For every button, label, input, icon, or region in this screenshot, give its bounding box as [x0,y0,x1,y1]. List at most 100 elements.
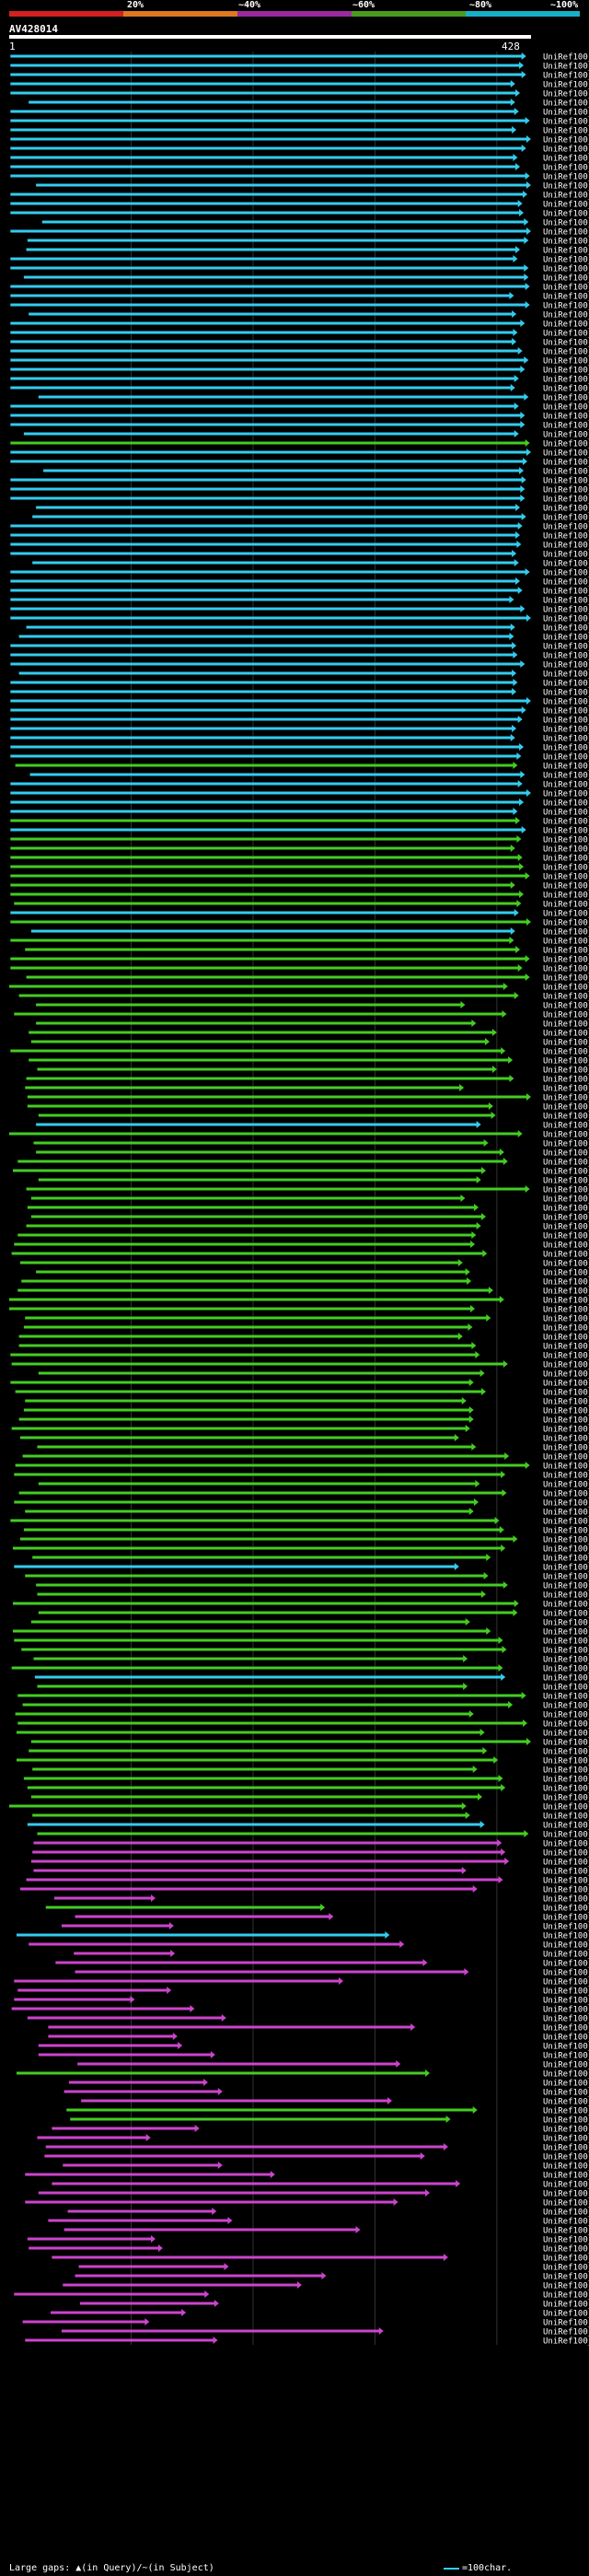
hit-label: UniRef100_A9NV44 [543,1499,589,1509]
hit-arrow [355,2226,361,2233]
hit-arrow [524,218,529,226]
hit-arrow [516,900,522,907]
hit-arrow [513,1535,518,1543]
hit-arrow [525,568,530,576]
hit-arrow [512,338,517,345]
hit-label: UniRef100_B9HL46 [543,2264,589,2273]
hit-label: UniRef100_A2ZP55 [543,1997,589,2006]
hit-arrow [464,1968,469,1976]
hit-arrow [467,1277,472,1285]
hit-label: UniRef100_A5B896 [543,1067,589,1076]
hit-label: UniRef100_Q5BW86 [543,597,589,606]
hit-label: UniRef100_C5XEQ6 [543,1297,589,1306]
hit-label: UniRef100_B6SKF8 [543,219,589,228]
hit-label: UniRef100_A2ZIP7 [543,551,589,560]
hit-label: UniRef100_B4FKQ5 [543,1859,589,1868]
hit-arrow [512,725,517,732]
legend-label-80: ~80% [469,0,492,10]
hit-label: UniRef100_Q2QWF5 [543,901,589,910]
hit-label: UniRef100_Q8R2P7 [543,560,589,569]
hit-arrow [513,762,518,769]
hit-arrow [519,743,525,751]
hit-label: UniRef100_UPI000... [543,2034,589,2043]
hit-label: UniRef100_Q01UU6 [543,1177,589,1186]
hit-label: UniRef100_C5YG55 [543,634,589,643]
hit-label: UniRef100_Q8S8B8 [543,1545,589,1555]
hit-arrow [385,1931,390,1939]
hit-arrow [521,71,526,78]
hit-label: UniRef100_A7QBG6 [543,2089,589,2098]
hit-label: UniRef100_B9SEW7 [543,155,589,164]
hit-arrow [461,1397,467,1405]
hit-arrow [502,1646,507,1653]
hit-label: UniRef100_B9SYV7 [543,717,589,726]
hit-arrow [130,1996,135,2003]
hit-label: UniRef100_B4FVW6 [543,2080,589,2089]
hit-arrow [474,1204,479,1211]
hit-arrow [517,780,523,787]
hit-label: UniRef100_B9SVF2 [543,2172,589,2181]
hit-arrow [521,1692,526,1699]
hit-label: UniRef100_A2YKG3 [543,1730,589,1739]
hit-label: UniRef100_B9GJ87 [543,2199,589,2209]
hit-arrow [525,172,530,180]
hit-label: UniRef100_UPI000... [543,1076,589,1085]
hit-arrow [501,1848,506,1856]
legend-label-100: ~100% [550,0,579,10]
hit-label: UniRef100_Q2NBD3 [543,1932,589,1941]
hit-label: UniRef100_Q8L4X7 [543,1186,589,1195]
hit-label: UniRef100_A2BGV0 [543,1214,589,1223]
hit-label: UniRef100_UPI000... [543,781,589,790]
hit-label: UniRef100_Q6ZLK7 [543,385,589,394]
hit-label: UniRef100_A7P4C5 [543,1085,589,1094]
hit-arrow [461,1802,467,1810]
hit-arrow [470,1305,476,1312]
hit-label: UniRef100_B9RMW0 [543,2227,589,2236]
hit-arrow [520,412,525,419]
hit-label: UniRef100_UPI000... [543,689,589,698]
hit-label: UniRef100_B9N5L4 [543,1582,589,1591]
hit-arrow [498,1664,503,1672]
hit-arrow [483,1139,489,1147]
hit-label: UniRef100_P32934 [543,72,589,81]
hit-label: UniRef100_B9LGS2 [543,680,589,689]
hit-arrow [512,688,517,695]
hit-arrow [461,1867,467,1874]
hit-arrow [204,2290,210,2298]
hit-arrow [526,614,531,622]
identity-legend-bar [9,11,580,17]
hit-arrow [521,52,526,60]
hit-label: UniRef100_B9HEX6 [543,919,589,928]
hit-arrow [468,1710,474,1718]
hit-arrow [499,1296,504,1303]
hit-label: UniRef100_Q9FF99-2 [543,1638,589,1647]
hit-label: UniRef100_UPI000... [543,1159,589,1168]
hit-arrow [508,1056,514,1064]
hit-arrow [479,1821,485,1828]
hit-arrow [526,918,531,926]
hit-arrow [476,1176,481,1183]
hit-arrow [474,1498,479,1506]
hit-arrow [224,2263,229,2270]
hit-label: UniRef100_Q7Y076 [543,81,589,90]
hit-label: UniRef100_A7P4C9 [543,1039,589,1048]
hit-arrow [296,2281,302,2289]
hit-label: UniRef100_B6SW18 [543,1868,589,1877]
hit-arrow [523,1719,528,1727]
hit-arrow [144,2318,150,2325]
hit-arrow [515,246,521,253]
hit-arrow [486,1627,491,1635]
hit-label: UniRef100_Q9FNO4 [543,228,589,238]
hit-arrow [167,1987,172,1994]
hit-arrow [524,1830,529,1837]
hit-arrow [387,2097,392,2104]
hit-label: UniRef100_A7QYZ1 [543,1380,589,1389]
hit-arrow [338,1977,343,1985]
hit-arrow [512,670,517,677]
hit-label: UniRef100_B9F2F6 [543,1849,589,1859]
hit-label: UniRef100_B9GNA4 [543,99,589,109]
hit-label: UniRef100_B9MNU6 [543,468,589,477]
hit-label: UniRef100_B9HLA1 [543,1978,589,1987]
hit-arrow [514,1600,519,1607]
hit-arrow [202,2079,208,2086]
